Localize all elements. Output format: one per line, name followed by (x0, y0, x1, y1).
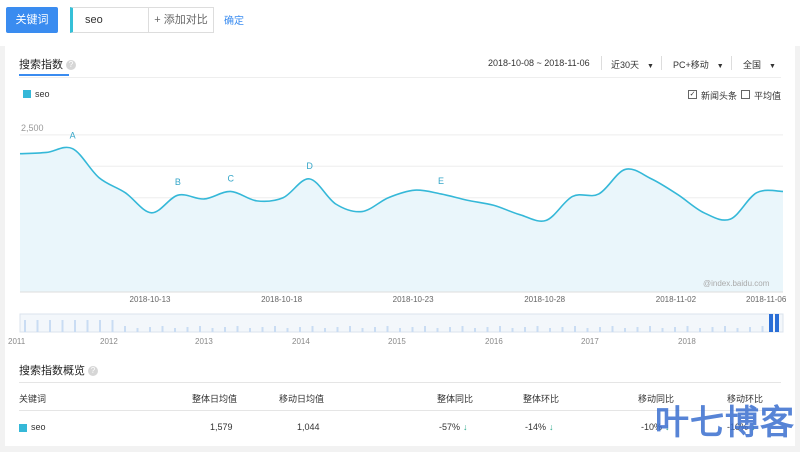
arrow-down-icon: ↓ (463, 422, 468, 432)
add-compare-button[interactable]: + 添加对比 (148, 7, 214, 33)
timeline-year-label: 2015 (388, 337, 406, 346)
annotation-marker: B (175, 177, 181, 187)
annotation-marker: C (227, 173, 234, 183)
blog-watermark: 叶七博客 (655, 404, 795, 442)
timeline-year-label: 2014 (292, 337, 310, 346)
avg-checkbox[interactable] (741, 90, 750, 99)
overall-avg-cell: 1,579 (210, 422, 233, 432)
area-fill (20, 147, 783, 292)
keyword-cell[interactable]: seo (19, 422, 46, 432)
top-bar: 关键词 seo + 添加对比 确定 (0, 0, 800, 46)
separator (731, 56, 732, 70)
legend-swatch (23, 90, 31, 98)
help-icon[interactable]: ? (66, 60, 76, 71)
news-label: 新闻头条 (701, 91, 738, 101)
divider (19, 77, 781, 78)
region-select[interactable]: 全国 ▼ (743, 58, 776, 71)
timeline-scrubber[interactable]: 2011 2012 2013 2014 2015 2016 2017 2018 (5, 311, 795, 351)
timeline-track (19, 313, 784, 333)
x-tick-label: 2018-11-06 (746, 295, 787, 304)
y-tick-label: 2,500 (21, 123, 44, 133)
x-tick-label: 2018-10-23 (393, 295, 434, 304)
mobile-avg-cell: 1,044 (297, 422, 320, 432)
timeline-year-label: 2013 (195, 337, 213, 346)
panel-title: 搜索指数? (19, 56, 76, 72)
period-select[interactable]: 近30天 ▼ (611, 58, 654, 71)
x-tick-label: 2018-10-18 (261, 295, 302, 304)
timeline-year-label: 2016 (485, 337, 503, 346)
legend-label[interactable]: seo (35, 89, 50, 99)
divider (19, 382, 781, 383)
separator (661, 56, 662, 70)
col-header: 关键词 (19, 394, 47, 404)
confirm-link[interactable]: 确定 (224, 12, 244, 27)
title-underline (19, 74, 69, 76)
range-handle-left[interactable] (769, 314, 773, 332)
timeline-year-label: 2012 (100, 337, 118, 346)
timeline-year-label: 2018 (678, 337, 696, 346)
overall-yoy-cell: -57% ↓ (439, 422, 468, 432)
help-icon[interactable]: ? (88, 366, 98, 377)
date-range[interactable]: 2018-10-08 ~ 2018-11-06 (488, 58, 590, 68)
annotation-marker: D (306, 161, 313, 171)
col-header: 移动日均值 (279, 394, 325, 404)
avg-label: 平均值 (754, 91, 782, 101)
keyword-button[interactable]: 关键词 (6, 7, 58, 33)
annotation-marker: A (70, 131, 76, 141)
series-swatch (19, 423, 27, 432)
timeline-year-label: 2017 (581, 337, 599, 346)
caret-down-icon: ▼ (647, 63, 654, 70)
x-tick-label: 2018-10-28 (524, 295, 565, 304)
arrow-down-icon: ↓ (549, 422, 554, 432)
source-watermark: @index.baidu.com (703, 279, 770, 288)
x-tick-label: 2018-10-13 (130, 295, 171, 304)
col-header: 整体日均值 (192, 394, 238, 404)
timeline-year-label: 2011 (8, 337, 26, 346)
annotation-marker: E (438, 176, 444, 186)
news-checkbox[interactable]: ✓ (688, 90, 697, 99)
col-header: 整体同比 (437, 394, 474, 404)
caret-down-icon: ▼ (769, 63, 776, 70)
device-select[interactable]: PC+移动 ▼ (673, 58, 724, 71)
overall-mom-cell: -14% ↓ (525, 422, 554, 432)
x-tick-label: 2018-11-02 (656, 295, 697, 304)
range-handle-right[interactable] (775, 314, 779, 332)
keyword-input[interactable]: seo (70, 7, 150, 33)
caret-down-icon: ▼ (716, 63, 724, 70)
col-header: 整体环比 (523, 394, 560, 404)
search-index-panel: 搜索指数? 2018-10-08 ~ 2018-11-06 近30天 ▼ PC+移… (5, 46, 795, 446)
overview-title: 搜索指数概览? (19, 362, 98, 378)
separator (601, 56, 602, 70)
